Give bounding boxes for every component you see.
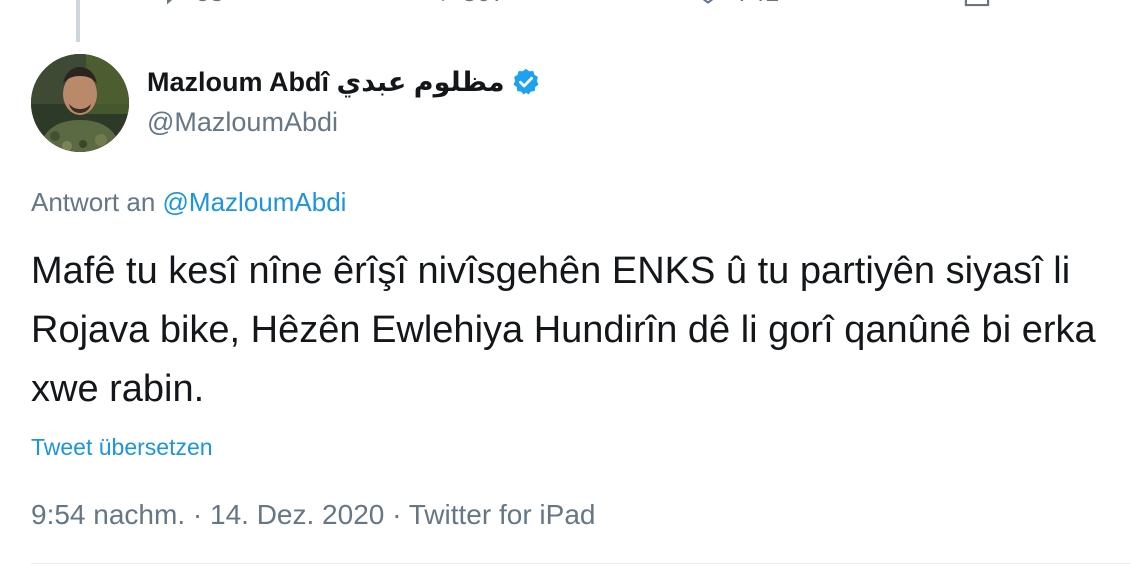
reply-count: 63: [195, 0, 224, 6]
like-count: 741: [736, 0, 779, 6]
avatar[interactable]: [31, 54, 129, 152]
heart-icon: [694, 0, 722, 5]
reply-prefix: Antwort an: [31, 187, 156, 217]
meta-separator-1: ·: [192, 499, 203, 530]
tweet-time[interactable]: 9:54 nachm.: [31, 499, 185, 530]
user-info: Mazloum Abdî مظلوم عبدي @MazloumAbdi: [147, 62, 541, 142]
verified-badge-icon: [511, 67, 541, 97]
tweet-date[interactable]: 14. Dez. 2020: [210, 499, 384, 530]
share-icon: [962, 0, 992, 10]
share-button[interactable]: [962, 0, 992, 10]
retweet-button[interactable]: 307: [418, 0, 505, 6]
like-button[interactable]: 741: [694, 0, 779, 6]
tweet-metadata: 9:54 nachm. · 14. Dez. 2020 · Twitter fo…: [31, 497, 595, 533]
display-name[interactable]: Mazloum Abdî مظلوم عبدي: [147, 67, 505, 98]
display-name-row: Mazloum Abdî مظلوم عبدي: [147, 62, 541, 102]
tweet-source[interactable]: Twitter for iPad: [409, 499, 596, 530]
reply-mention-link[interactable]: @MazloumAbdi: [163, 187, 347, 217]
divider: [31, 563, 1130, 564]
tweet-text: Mafê tu kesî nîne êrîşî nivîsgehên ENKS …: [31, 250, 1096, 410]
retweet-count: 307: [462, 0, 505, 6]
meta-separator-2: ·: [392, 499, 402, 530]
reply-icon: [155, 0, 181, 5]
translate-tweet-link[interactable]: Tweet übersetzen: [31, 432, 213, 462]
reply-button[interactable]: 63: [155, 0, 224, 6]
user-handle[interactable]: @MazloumAbdi: [147, 102, 541, 142]
reply-context: Antwort an @MazloumAbdi: [31, 184, 346, 220]
previous-tweet-action-bar: 63 307 741: [0, 0, 1130, 14]
retweet-icon: [418, 0, 448, 5]
